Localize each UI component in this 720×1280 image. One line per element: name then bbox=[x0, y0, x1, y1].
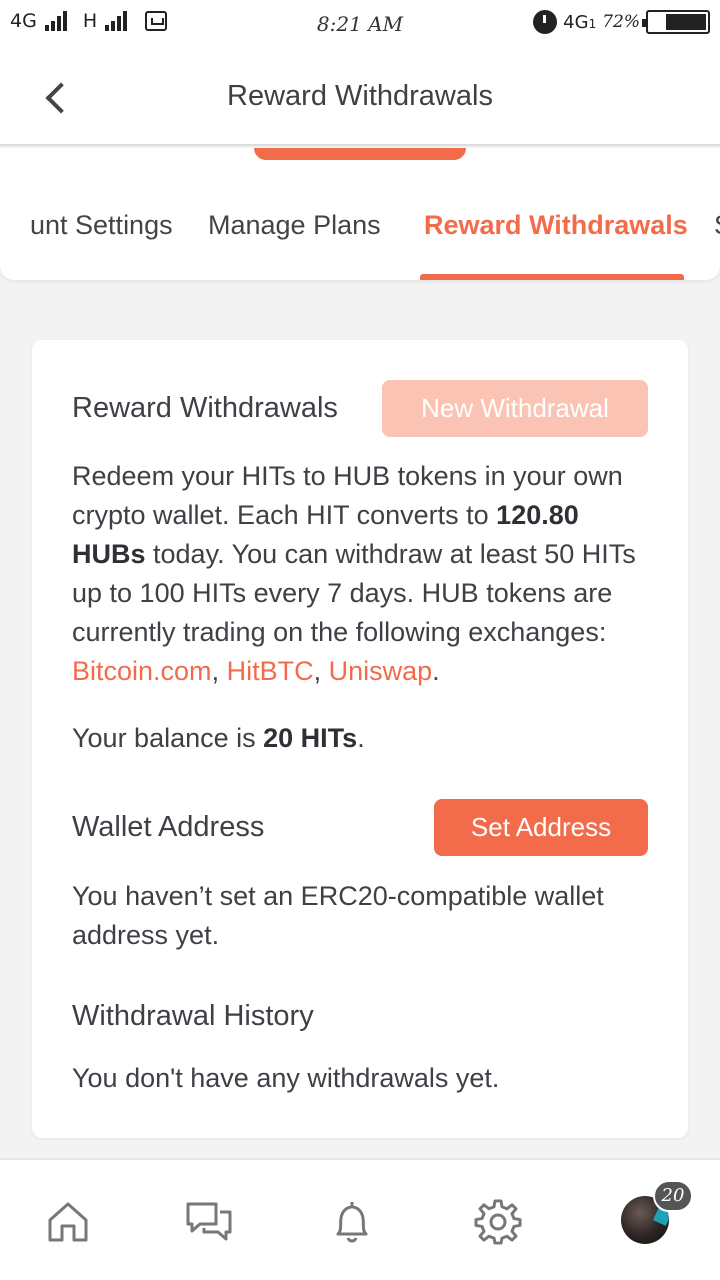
nav-home[interactable] bbox=[44, 1198, 92, 1246]
nav-messages[interactable] bbox=[184, 1198, 232, 1246]
wallet-message: You haven’t set an ERC20-compatible wall… bbox=[72, 881, 604, 950]
status-right: 4G1 72% bbox=[533, 10, 710, 34]
gear-icon bbox=[474, 1199, 522, 1245]
home-icon bbox=[48, 1202, 88, 1242]
bottom-nav: 20 bbox=[0, 1158, 720, 1280]
tab-reward-withdrawals[interactable]: Reward Withdrawals bbox=[424, 210, 688, 241]
page-title: Reward Withdrawals bbox=[227, 80, 493, 112]
rewards-title: Reward Withdrawals bbox=[72, 392, 338, 424]
rewards-description: Redeem your HITs to HUB tokens in your o… bbox=[72, 461, 636, 686]
network-type-label-3: 4G1 bbox=[563, 11, 597, 33]
balance-value: 20 HITs bbox=[263, 723, 358, 753]
alarm-icon bbox=[533, 10, 558, 34]
status-bar: 4G H 8:21 AM 4G1 72% bbox=[0, 0, 720, 50]
battery-icon bbox=[642, 10, 710, 34]
wallet-address-title: Wallet Address bbox=[72, 811, 265, 843]
bell-icon bbox=[336, 1202, 368, 1243]
withdrawal-history-title: Withdrawal History bbox=[72, 1000, 314, 1032]
tab-indicator-top bbox=[254, 148, 466, 160]
battery-percent: 72% bbox=[602, 12, 640, 32]
tabs: unt Settings Manage Plans Reward Withdra… bbox=[0, 210, 720, 250]
chat-icon bbox=[186, 1202, 232, 1241]
new-withdrawal-button[interactable]: New Withdrawal bbox=[382, 380, 648, 437]
link-uniswap[interactable]: Uniswap bbox=[329, 656, 433, 686]
rewards-card: Reward Withdrawals New Withdrawal Redeem… bbox=[32, 340, 688, 1138]
app-header: Reward Withdrawals bbox=[0, 50, 720, 146]
tab-account-settings[interactable]: unt Settings bbox=[30, 210, 173, 241]
withdrawal-history-message: You don't have any withdrawals yet. bbox=[72, 1063, 500, 1093]
balance-text: Your balance is 20 HITs. bbox=[72, 723, 365, 753]
link-hitbtc[interactable]: HitBTC bbox=[227, 656, 314, 686]
set-address-button[interactable]: Set Address bbox=[434, 799, 648, 856]
nav-settings[interactable] bbox=[474, 1198, 522, 1246]
tab-underline bbox=[420, 274, 684, 280]
link-bitcoin-com[interactable]: Bitcoin.com bbox=[72, 656, 212, 686]
tab-next[interactable]: S bbox=[714, 210, 720, 241]
nav-notifications[interactable] bbox=[328, 1198, 376, 1246]
tab-bar: unt Settings Manage Plans Reward Withdra… bbox=[0, 148, 720, 280]
notification-badge: 20 bbox=[653, 1180, 693, 1212]
tab-manage-plans[interactable]: Manage Plans bbox=[208, 210, 381, 241]
